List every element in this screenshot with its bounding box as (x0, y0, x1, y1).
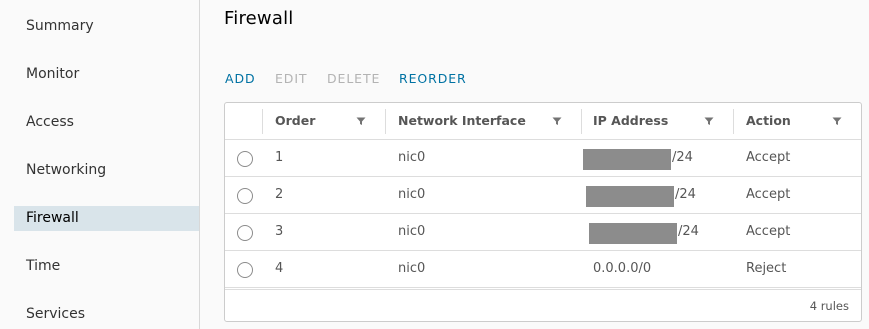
filter-icon[interactable] (551, 115, 563, 127)
page-title: Firewall (224, 8, 294, 29)
filter-icon[interactable] (703, 115, 715, 127)
ip-address-cell: /24 (675, 187, 696, 202)
table-row[interactable]: 1 nic0 /24 Accept (225, 140, 861, 177)
row-select-radio[interactable] (237, 188, 253, 204)
grid-footer: 4 rules (225, 289, 861, 321)
sidebar-item-summary[interactable]: Summary (14, 14, 199, 39)
filter-icon[interactable] (355, 115, 367, 127)
column-header-order[interactable]: Order (275, 103, 315, 139)
table-row[interactable]: 3 nic0 /24 Accept (225, 214, 861, 251)
order-cell: 3 (275, 224, 284, 239)
order-cell: 2 (275, 187, 284, 202)
action-cell: Accept (746, 187, 791, 202)
firewall-rules-grid: Order Network Interface IP Address Actio… (224, 102, 862, 322)
table-row[interactable]: 4 nic0 0.0.0.0/0 Reject (225, 251, 861, 288)
sidebar-item-time[interactable]: Time (14, 254, 199, 279)
delete-button: DELETE (327, 71, 381, 86)
table-row[interactable]: 2 nic0 /24 Accept (225, 177, 861, 214)
interface-cell: nic0 (398, 150, 426, 165)
redacted-ip-block (589, 223, 677, 244)
sidebar-item-services[interactable]: Services (14, 302, 199, 327)
column-separator (733, 109, 734, 134)
action-cell: Accept (746, 224, 791, 239)
sidebar-item-monitor[interactable]: Monitor (14, 62, 199, 87)
rule-count: 4 rules (809, 299, 849, 313)
order-cell: 4 (275, 261, 284, 276)
sidebar-item-networking[interactable]: Networking (14, 158, 199, 183)
row-select-radio[interactable] (237, 225, 253, 241)
action-cell: Accept (746, 150, 791, 165)
interface-cell: nic0 (398, 261, 426, 276)
interface-cell: nic0 (398, 224, 426, 239)
interface-cell: nic0 (398, 187, 426, 202)
ip-address-cell: /24 (678, 224, 699, 239)
column-separator (385, 109, 386, 134)
ip-address-cell: /24 (672, 150, 693, 165)
redacted-ip-block (586, 186, 674, 207)
reorder-button[interactable]: REORDER (399, 71, 467, 87)
sidebar-item-access[interactable]: Access (14, 110, 199, 135)
add-button[interactable]: ADD (225, 71, 256, 87)
order-cell: 1 (275, 150, 284, 165)
grid-header-row: Order Network Interface IP Address Actio… (225, 103, 861, 140)
column-header-ip-address[interactable]: IP Address (593, 103, 668, 139)
ip-address-cell: 0.0.0.0/0 (593, 261, 652, 276)
row-select-radio[interactable] (237, 151, 253, 167)
sidebar-nav: Summary Monitor Access Networking Firewa… (0, 0, 200, 329)
filter-icon[interactable] (831, 115, 843, 127)
column-separator (262, 109, 263, 134)
main-content: Firewall ADD EDIT DELETE REORDER Order N… (201, 0, 869, 329)
redacted-ip-block (583, 149, 671, 170)
sidebar-item-firewall[interactable]: Firewall (14, 206, 199, 231)
edit-button: EDIT (275, 71, 308, 86)
row-select-radio[interactable] (237, 262, 253, 278)
column-separator (581, 109, 582, 134)
column-header-network-interface[interactable]: Network Interface (398, 103, 526, 139)
column-header-action[interactable]: Action (746, 103, 791, 139)
action-cell: Reject (746, 261, 787, 276)
